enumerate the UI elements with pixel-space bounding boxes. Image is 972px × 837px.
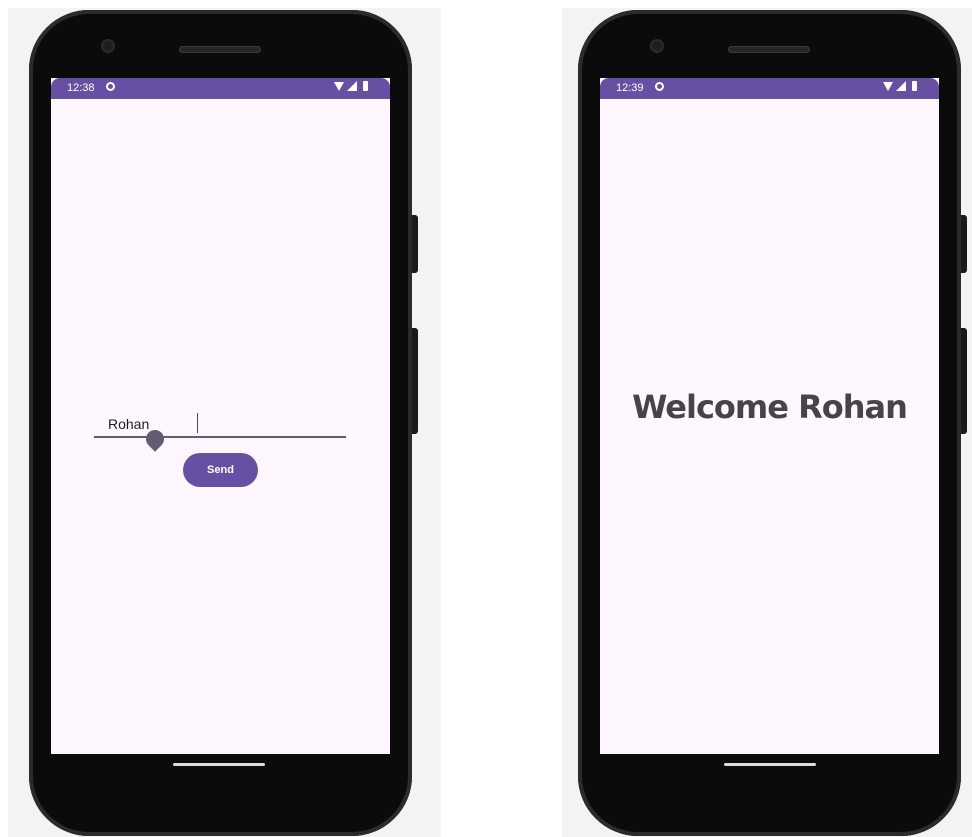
- status-time: 12:39: [616, 82, 644, 94]
- battery-icon: [363, 81, 368, 91]
- signal-icon: [896, 81, 906, 91]
- wifi-icon: [334, 81, 344, 91]
- status-bar: 12:39: [600, 78, 939, 99]
- wifi-icon: [883, 81, 893, 91]
- home-gesture-bar[interactable]: [724, 763, 816, 766]
- status-time: 12:38: [67, 82, 95, 94]
- power-button: [412, 328, 418, 434]
- home-gesture-bar[interactable]: [173, 763, 265, 766]
- name-input[interactable]: Rohan: [94, 408, 346, 452]
- volume-button: [961, 215, 967, 273]
- name-input-value[interactable]: Rohan: [108, 416, 149, 432]
- front-camera: [103, 41, 113, 51]
- phone-frame-left: 12:38 Rohan Send: [29, 10, 418, 836]
- send-button[interactable]: Send: [183, 453, 258, 487]
- earpiece-speaker: [179, 46, 261, 53]
- circle-status-icon: [655, 82, 664, 91]
- circle-status-icon: [106, 82, 115, 91]
- input-underline: [94, 436, 346, 438]
- signal-icon: [347, 81, 357, 91]
- welcome-message: Welcome Rohan: [632, 388, 908, 426]
- status-bar: 12:38: [51, 78, 390, 99]
- status-icons: [883, 81, 917, 91]
- text-cursor: [197, 413, 198, 433]
- phone-screen: 12:38 Rohan Send: [51, 78, 390, 754]
- earpiece-speaker: [728, 46, 810, 53]
- front-camera: [652, 41, 662, 51]
- battery-icon: [912, 81, 917, 91]
- volume-button: [412, 215, 418, 273]
- phone-screen: 12:39 Welcome Rohan: [600, 78, 939, 754]
- phone-frame-right: 12:39 Welcome Rohan: [578, 10, 967, 836]
- status-icons: [334, 81, 368, 91]
- power-button: [961, 328, 967, 434]
